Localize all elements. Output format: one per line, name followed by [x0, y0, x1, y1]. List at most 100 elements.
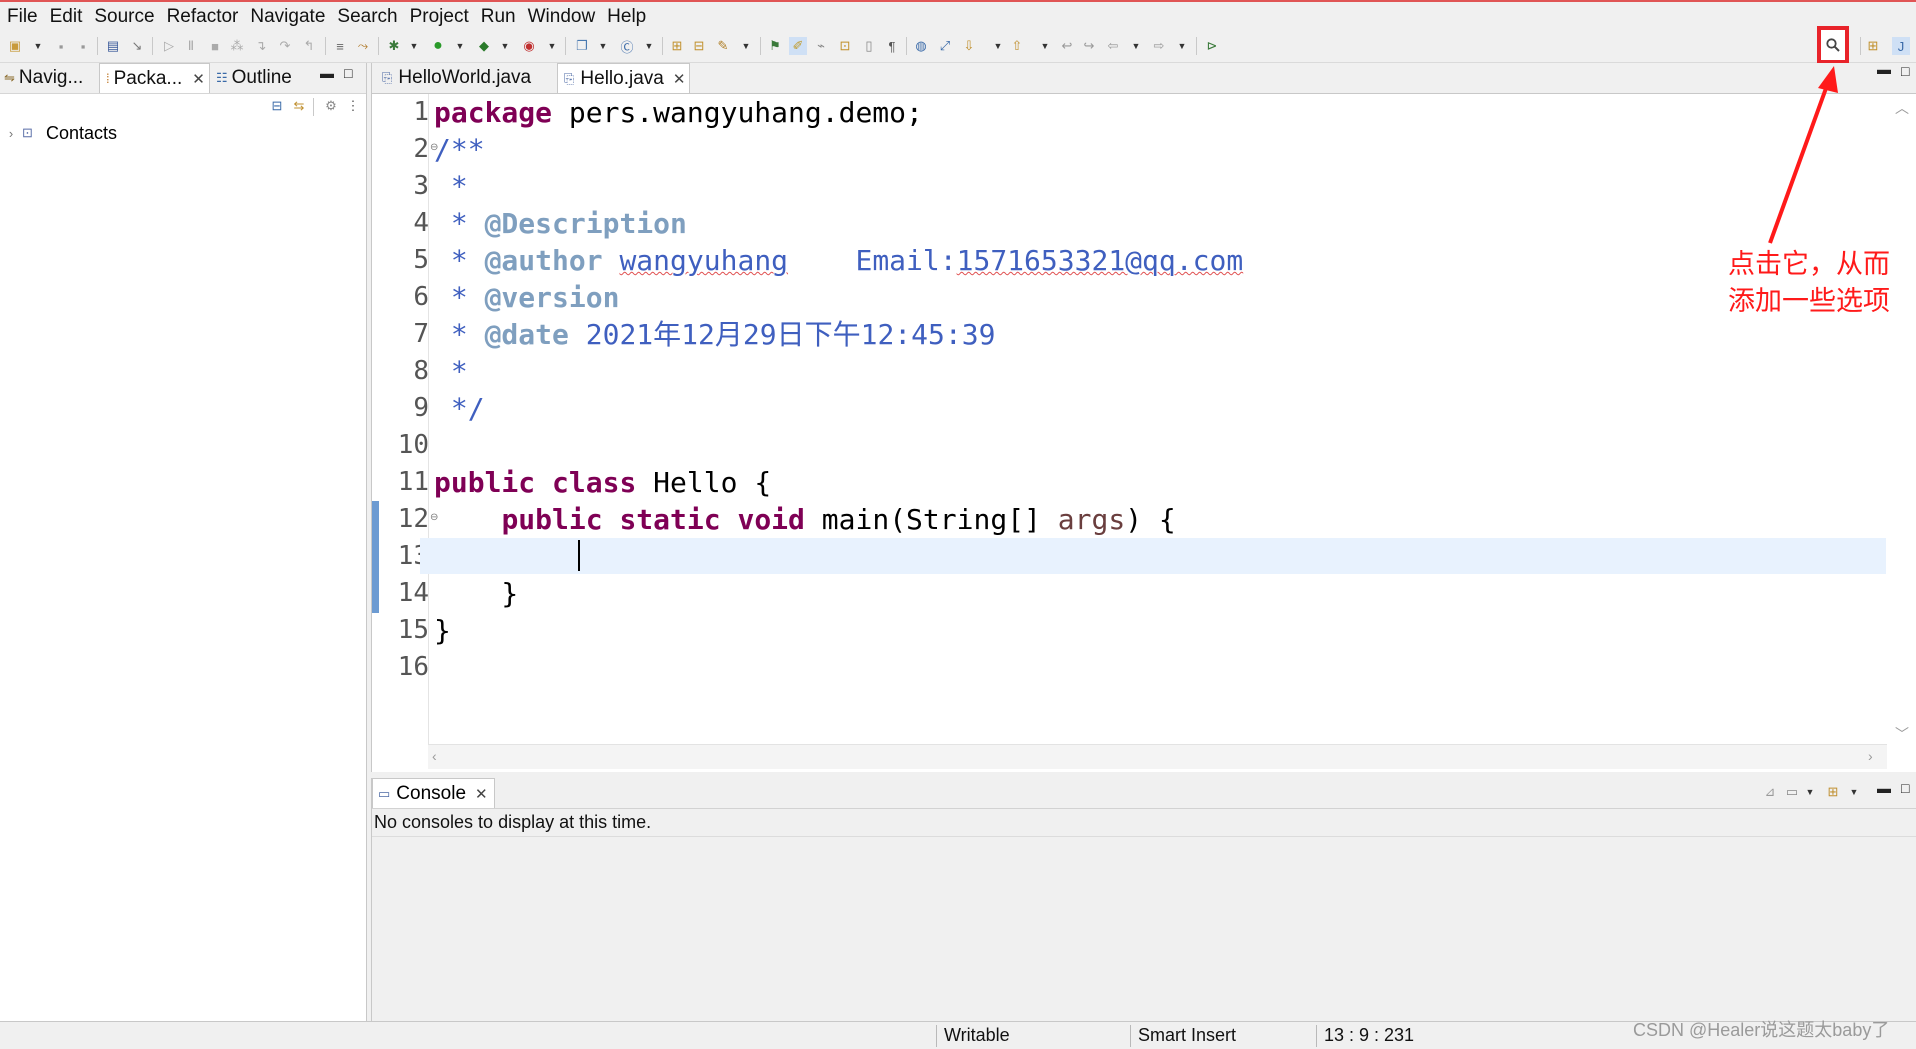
code-text-area[interactable]: package pers.wangyuhang.demo; /** * * @D… [434, 94, 1879, 744]
save-icon[interactable]: ▪ [52, 37, 70, 55]
disconnect-icon[interactable]: ⁂ [228, 37, 246, 55]
collapse-all-icon[interactable]: ⊟ [268, 97, 286, 115]
vertical-scrollbar[interactable]: ︿ ﹀ [1887, 94, 1916, 744]
close-icon[interactable]: ✕ [673, 70, 686, 88]
open-console-icon[interactable]: ⊞ [1824, 783, 1842, 801]
menu-source[interactable]: Source [88, 2, 160, 31]
menu-run[interactable]: Run [475, 2, 522, 31]
run-dropdown-icon[interactable]: ▼ [455, 37, 465, 55]
menu-project[interactable]: Project [404, 2, 475, 31]
back-icon[interactable]: ⇦ [1104, 37, 1122, 55]
step-over-icon[interactable]: ↷ [276, 37, 294, 55]
display-selected-console-icon[interactable]: ▭ [1783, 783, 1801, 801]
maximize-icon[interactable]: □ [344, 65, 352, 81]
tab-package-explorer[interactable]: ⁞ Packa... ✕ [99, 63, 210, 93]
open-perspective-icon[interactable]: ⊞ [1864, 37, 1882, 55]
forward-icon[interactable]: ⇨ [1150, 37, 1168, 55]
mark-occurrences-icon[interactable]: ✐ [789, 37, 807, 55]
open-console-dropdown-icon[interactable]: ▼ [1849, 783, 1859, 801]
pin-console-icon[interactable]: ⊿ [1761, 783, 1779, 801]
forward-edit-icon[interactable]: ↪ [1080, 37, 1098, 55]
new-icon[interactable]: ▣ [6, 37, 24, 55]
tree-item-project[interactable]: › ⊡ Contacts [0, 120, 117, 146]
next-annotation-icon[interactable]: ⇩ [960, 37, 978, 55]
menu-file[interactable]: File [0, 2, 44, 31]
tab-console[interactable]: ▭ Console ✕ [372, 778, 495, 808]
tab-hello-java[interactable]: ⎘ Hello.java ✕ [557, 63, 691, 93]
minimize-icon[interactable]: ▬ [1877, 780, 1891, 796]
minimize-icon[interactable]: ▬ [1877, 61, 1891, 77]
menu-help[interactable]: Help [601, 2, 652, 31]
tab-navigator[interactable]: ⇋ Navig... [4, 63, 83, 93]
view-menu-icon[interactable]: ⋮ [344, 97, 362, 115]
scroll-up-icon[interactable]: ︿ [1895, 98, 1909, 118]
task-dropdown-icon[interactable]: ▼ [741, 37, 751, 55]
menu-navigate[interactable]: Navigate [244, 2, 331, 31]
display-console-dropdown-icon[interactable]: ▼ [1805, 783, 1815, 801]
toggle-block-selection-icon[interactable]: ⌁ [812, 37, 830, 55]
maximize-icon[interactable]: □ [1901, 780, 1909, 796]
menu-refactor[interactable]: Refactor [161, 2, 245, 31]
run-icon[interactable]: ● [429, 37, 447, 55]
show-whitespace-icon[interactable]: ▯ [860, 37, 878, 55]
filters-icon[interactable]: ⚙ [322, 97, 340, 115]
java-perspective-icon[interactable]: J [1892, 37, 1910, 55]
external-tools-dropdown-icon[interactable]: ▼ [547, 37, 557, 55]
close-icon[interactable]: ✕ [192, 70, 205, 88]
save-all-icon[interactable]: ▪ [74, 37, 92, 55]
previous-annotation-dropdown-icon[interactable]: ▼ [1040, 37, 1050, 55]
step-return-icon[interactable]: ↰ [300, 37, 318, 55]
use-step-filters-icon[interactable]: ⤳ [354, 37, 372, 55]
code-line: * @Description [434, 207, 687, 240]
expand-arrow-icon[interactable]: › [0, 126, 22, 141]
web-browser-icon[interactable]: ◍ [912, 37, 930, 55]
drop-to-frame-icon[interactable]: ≡ [331, 37, 349, 55]
navigator-icon: ⇋ [4, 70, 15, 85]
search-button[interactable] [1817, 26, 1849, 64]
tab-helloworld-java[interactable]: ⎘ HelloWorld.java [376, 63, 537, 93]
new-java-class-icon[interactable]: Ⓒ [618, 37, 636, 55]
horizontal-scrollbar[interactable]: ‹ › [428, 744, 1887, 769]
terminate-icon[interactable]: ■ [206, 37, 224, 55]
pin-editor-icon[interactable]: ⊳ [1203, 37, 1221, 55]
pilcrow-icon[interactable]: ¶ [883, 37, 901, 55]
suspend-icon[interactable]: Ⅱ [182, 37, 200, 55]
close-icon[interactable]: ✕ [475, 785, 488, 803]
tab-outline[interactable]: ☷ Outline [216, 63, 292, 93]
search-web-icon[interactable]: ⤢ [936, 37, 954, 55]
last-edit-location-icon[interactable]: ↩ [1058, 37, 1076, 55]
maximize-icon[interactable]: □ [1901, 63, 1909, 79]
step-into-icon[interactable]: ↴ [252, 37, 270, 55]
scroll-left-icon[interactable]: ‹ [432, 748, 437, 764]
previous-annotation-icon[interactable]: ⇧ [1008, 37, 1026, 55]
forward-dropdown-icon[interactable]: ▼ [1177, 37, 1187, 55]
console-icon: ▭ [378, 785, 391, 801]
skip-breakpoints-icon[interactable]: ↘ [128, 37, 146, 55]
coverage-dropdown-icon[interactable]: ▼ [500, 37, 510, 55]
scroll-down-icon[interactable]: ﹀ [1895, 724, 1909, 744]
editor-tabs: ⎘ HelloWorld.java ⎘ Hello.java ✕ ▬ □ [372, 61, 1916, 94]
menu-edit[interactable]: Edit [44, 2, 89, 31]
menu-search[interactable]: Search [331, 2, 403, 31]
word-wrap-icon[interactable]: ⊡ [836, 37, 854, 55]
debug-icon[interactable]: ✱ [385, 37, 403, 55]
link-with-editor-icon[interactable]: ⇆ [290, 97, 308, 115]
new-java-class-dropdown-icon[interactable]: ▼ [644, 37, 654, 55]
menu-window[interactable]: Window [522, 2, 602, 31]
external-tools-icon[interactable]: ◉ [520, 37, 538, 55]
new-java-project-icon[interactable]: ❐ [573, 37, 591, 55]
terminal-icon[interactable]: ▤ [104, 37, 122, 55]
new-dropdown-icon[interactable]: ▼ [33, 37, 43, 55]
new-java-project-dropdown-icon[interactable]: ▼ [598, 37, 608, 55]
annotation-icon[interactable]: ⚑ [766, 37, 784, 55]
minimize-icon[interactable]: ▬ [320, 65, 334, 81]
resume-icon[interactable]: ▷ [160, 37, 178, 55]
debug-dropdown-icon[interactable]: ▼ [409, 37, 419, 55]
next-annotation-dropdown-icon[interactable]: ▼ [993, 37, 1003, 55]
scroll-right-icon[interactable]: › [1868, 748, 1873, 764]
open-task-icon[interactable]: ✎ [714, 37, 732, 55]
open-type-icon[interactable]: ⊞ [668, 37, 686, 55]
back-dropdown-icon[interactable]: ▼ [1131, 37, 1141, 55]
coverage-icon[interactable]: ◆ [475, 37, 493, 55]
open-folder-icon[interactable]: ⊟ [690, 37, 708, 55]
